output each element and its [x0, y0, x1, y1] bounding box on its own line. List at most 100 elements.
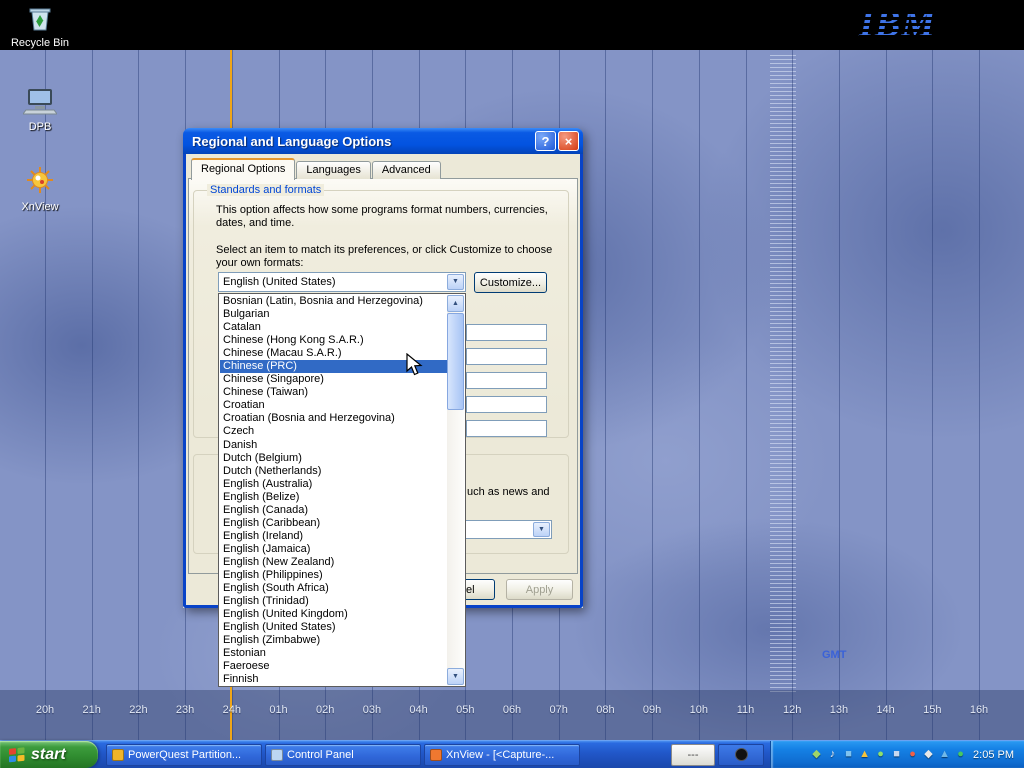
apply-button[interactable]: Apply [506, 579, 573, 600]
display-icon[interactable]: ■ [890, 748, 903, 761]
shield-icon[interactable]: ▲ [858, 748, 871, 761]
language-option[interactable]: English (Australia) [220, 478, 447, 491]
tab-languages[interactable]: Languages [296, 161, 370, 179]
hour-label: 04h [409, 704, 427, 716]
volume-icon[interactable]: ♪ [826, 748, 839, 761]
format-combobox[interactable]: English (United States) ▼ [218, 272, 466, 292]
sample-field-fragment[interactable] [466, 372, 547, 389]
desktop: GMT 20h21h22h23h24h01h02h03h04h05h06h07h… [0, 0, 1024, 768]
list-scrollbar[interactable]: ▲ ▼ [447, 295, 464, 685]
scrollbar-thumb[interactable] [447, 313, 464, 410]
keyboard-layout-icon[interactable]: ◆ [922, 748, 935, 761]
tab-regional-options[interactable]: Regional Options [191, 158, 295, 180]
system-tray: ◆♪■▲●■●◆▲● 2:05 PM [770, 741, 1024, 768]
language-option[interactable]: English (Belize) [220, 491, 447, 504]
desktop-icon-xnview[interactable]: XnView [10, 166, 70, 213]
language-option[interactable]: English (Canada) [220, 504, 447, 517]
taskbar-task-button[interactable]: XnView - [<Capture-... [424, 744, 580, 766]
hour-label: 21h [83, 704, 101, 716]
language-option[interactable]: English (Trinidad) [220, 595, 447, 608]
toolbar-app-icon [735, 748, 748, 761]
start-label: start [31, 746, 66, 764]
language-option[interactable]: English (Zimbabwe) [220, 634, 447, 647]
language-option[interactable]: Bulgarian [220, 308, 447, 321]
tray-icons: ◆♪■▲●■●◆▲● [810, 748, 967, 761]
hour-label: 06h [503, 704, 521, 716]
chevron-down-icon[interactable]: ▼ [533, 522, 550, 537]
scroll-down-icon[interactable]: ▼ [447, 668, 464, 685]
language-option[interactable]: English (Philippines) [220, 569, 447, 582]
sample-field-fragment[interactable] [466, 420, 547, 437]
tab-advanced[interactable]: Advanced [372, 161, 441, 179]
dialog-titlebar[interactable]: Regional and Language Options ? × [183, 128, 583, 154]
taskbar-clock[interactable]: 2:05 PM [973, 749, 1014, 761]
language-option[interactable]: Catalan [220, 321, 447, 334]
language-option[interactable]: Croatian (Bosnia and Herzegovina) [220, 412, 447, 425]
dialog-title: Regional and Language Options [192, 134, 533, 149]
language-option[interactable]: Faeroese [220, 660, 447, 673]
sample-field-fragment[interactable] [466, 324, 547, 341]
task-button-label: XnView - [<Capture-... [446, 749, 554, 761]
timezone-line [886, 50, 887, 740]
language-option[interactable]: Chinese (Taiwan) [220, 386, 447, 399]
language-option[interactable]: English (Caribbean) [220, 517, 447, 530]
language-option[interactable]: Finnish [220, 673, 447, 685]
timezone-line [792, 50, 793, 740]
language-option[interactable]: Danish [220, 439, 447, 452]
timezone-line [932, 50, 933, 740]
top-banner: IBM [0, 0, 1024, 50]
taskbar-task-button[interactable]: PowerQuest Partition... [106, 744, 262, 766]
control-panel-icon [271, 749, 283, 761]
network-icon[interactable]: ■ [842, 748, 855, 761]
language-option[interactable]: Czech [220, 425, 447, 438]
language-option[interactable]: Bosnian (Latin, Bosnia and Herzegovina) [220, 295, 447, 308]
powerquest-folder-icon [112, 749, 124, 761]
hour-label: 02h [316, 704, 334, 716]
tab-strip: Regional OptionsLanguagesAdvanced [191, 158, 441, 179]
hour-label: 01h [269, 704, 287, 716]
timezone-line [138, 50, 139, 740]
hour-label: 05h [456, 704, 474, 716]
start-button[interactable]: start [0, 741, 98, 768]
language-option[interactable]: Chinese (Hong Kong S.A.R.) [220, 334, 447, 347]
safely-remove-icon[interactable]: ◆ [810, 748, 823, 761]
customize-button[interactable]: Customize... [474, 272, 547, 293]
language-option[interactable]: Estonian [220, 647, 447, 660]
language-option[interactable]: Dutch (Belgium) [220, 452, 447, 465]
update-icon[interactable]: ● [906, 748, 919, 761]
language-option[interactable]: Croatian [220, 399, 447, 412]
help-button[interactable]: ? [535, 131, 556, 151]
close-button[interactable]: × [558, 131, 579, 151]
scheduler-icon[interactable]: ▲ [938, 748, 951, 761]
battery-icon[interactable]: ● [874, 748, 887, 761]
sample-field-fragment[interactable] [466, 396, 547, 413]
hour-label: 12h [783, 704, 801, 716]
sample-field-fragment[interactable] [466, 348, 547, 365]
scroll-up-icon[interactable]: ▲ [447, 295, 464, 312]
ibm-logo: IBM [859, 2, 936, 46]
messenger-icon[interactable]: ● [954, 748, 967, 761]
xnview-icon [24, 166, 56, 196]
language-option[interactable]: Dutch (Netherlands) [220, 465, 447, 478]
language-option[interactable]: English (South Africa) [220, 582, 447, 595]
standards-instruction: Select an item to match its preferences,… [216, 244, 568, 270]
desktop-icon-dpb[interactable]: DPB [10, 86, 70, 133]
recycle-bin-icon [25, 4, 55, 32]
language-option[interactable]: English (United States) [220, 621, 447, 634]
desktop-icon-recycle-bin[interactable]: Recycle Bin [10, 4, 70, 49]
taskbar-task-button[interactable]: Control Panel [265, 744, 421, 766]
hour-label: 10h [690, 704, 708, 716]
chevron-down-icon[interactable]: ▼ [447, 274, 464, 290]
hour-label: 23h [176, 704, 194, 716]
hour-label: 08h [596, 704, 614, 716]
timezone-line [979, 50, 980, 740]
taskbar-toolbar-button[interactable] [718, 744, 764, 766]
language-option[interactable]: English (Jamaica) [220, 543, 447, 556]
language-option[interactable]: English (United Kingdom) [220, 608, 447, 621]
language-option[interactable]: English (New Zealand) [220, 556, 447, 569]
location-text-fragment: uch as news and [467, 486, 559, 499]
timezone-line [92, 50, 93, 740]
language-option[interactable]: English (Ireland) [220, 530, 447, 543]
timezone-line [839, 50, 840, 740]
taskbar-overflow-button[interactable]: --- [671, 744, 715, 766]
